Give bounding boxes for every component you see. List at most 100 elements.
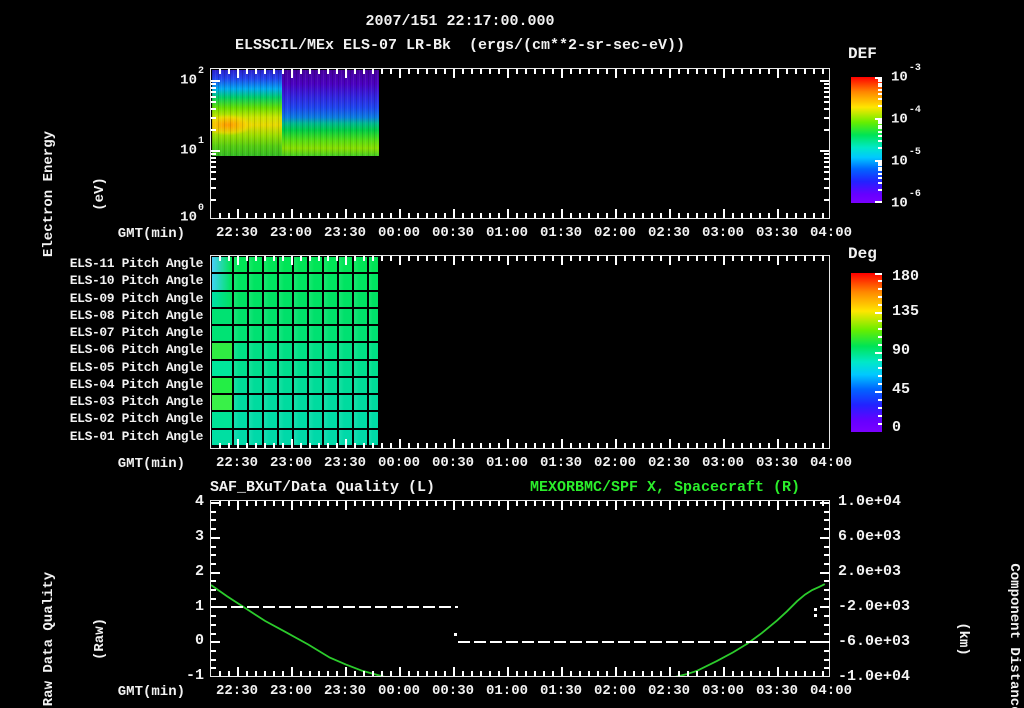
tick-mark	[759, 256, 761, 261]
tick-mark	[687, 213, 689, 218]
time-tick-label: 01:30	[539, 683, 582, 699]
tick-mark	[399, 667, 401, 676]
tick-mark	[878, 383, 882, 386]
tick-mark	[678, 501, 680, 506]
tick-mark	[768, 671, 770, 676]
tick-mark	[678, 213, 680, 218]
pitch-row-label: ELS-10 Pitch Angle	[69, 273, 204, 289]
tick-mark	[498, 69, 500, 74]
tick-mark	[820, 150, 829, 152]
tick-mark	[878, 399, 882, 402]
time-tick-label: 00:00	[377, 455, 420, 471]
pitch-cell	[234, 360, 247, 376]
time-tick-label: 01:00	[485, 455, 528, 471]
time-tick-label: 02:30	[647, 225, 690, 241]
tick-mark	[525, 213, 527, 218]
pitch-cell	[369, 308, 378, 325]
tick-mark	[543, 671, 545, 676]
tick-mark	[211, 623, 216, 626]
tick-mark	[552, 443, 554, 448]
tick-mark	[878, 92, 882, 95]
tick-mark	[228, 213, 230, 218]
tick-mark	[813, 69, 815, 74]
tick-mark	[516, 501, 518, 506]
tick-mark	[878, 124, 882, 127]
tick-mark	[651, 443, 653, 448]
tick-mark	[507, 209, 509, 218]
pitch-cell	[369, 343, 378, 359]
quality-panel	[210, 500, 831, 677]
tick-mark	[453, 667, 455, 676]
time-tick-label: 23:30	[323, 455, 366, 471]
pitch-cell	[294, 377, 307, 394]
pitch-cell	[324, 291, 337, 307]
time-axis-middle: 22:30 23:00 23:30 00:00 00:30 01:00 01:30 02:00…	[210, 455, 870, 471]
pitch-row-label: ELS-07 Pitch Angle	[69, 325, 204, 341]
tick-mark	[588, 213, 590, 218]
tick-mark	[417, 256, 419, 261]
tick-mark	[471, 69, 473, 74]
pitch-cell	[339, 274, 352, 290]
tick-mark	[381, 671, 383, 676]
tick-mark	[561, 256, 563, 265]
tick-mark	[399, 439, 401, 448]
tick-mark	[824, 153, 829, 156]
pitch-row-label: ELS-04 Pitch Angle	[69, 376, 204, 392]
tick-mark	[507, 256, 509, 265]
tick-mark	[660, 443, 662, 448]
tick-mark	[820, 502, 829, 504]
tick-mark	[363, 443, 365, 448]
pitch-cell	[309, 412, 322, 428]
tick-mark	[462, 213, 464, 218]
tick-mark	[480, 69, 482, 74]
tick-mark	[327, 256, 329, 261]
pitch-cell	[279, 326, 292, 342]
deg-colorbar-tick-label: 90	[892, 342, 911, 359]
pitch-cell	[264, 291, 277, 307]
tick-mark	[552, 213, 554, 218]
tick-mark	[606, 213, 608, 218]
tick-mark	[372, 69, 374, 74]
tick-mark	[768, 501, 770, 506]
quality-dash-segment	[457, 641, 831, 644]
pitch-cell	[309, 377, 322, 394]
tick-mark	[525, 671, 527, 676]
pitch-cell	[212, 343, 232, 359]
tick-mark	[255, 213, 257, 218]
tick-mark	[813, 256, 815, 261]
tick-mark	[534, 501, 536, 506]
def-colorbar-tick-label: 10-3	[891, 63, 921, 86]
tick-mark	[471, 671, 473, 676]
tick-mark	[300, 671, 302, 676]
tick-mark	[354, 443, 356, 448]
tick-mark	[561, 439, 563, 448]
tick-mark	[813, 213, 815, 218]
def-colorbar-tick-label: 10-4	[891, 105, 921, 128]
tick-mark	[498, 671, 500, 676]
tick-mark	[597, 501, 599, 506]
tick-mark	[273, 443, 275, 448]
tick-mark	[878, 161, 882, 164]
tick-mark	[543, 256, 545, 261]
tick-mark	[291, 501, 293, 510]
tick-mark	[211, 528, 216, 531]
tick-mark	[471, 256, 473, 261]
tick-mark	[273, 213, 275, 218]
tick-mark	[759, 69, 761, 74]
tick-mark	[211, 649, 216, 652]
tick-mark	[345, 209, 347, 218]
tick-mark	[624, 213, 626, 218]
pitch-cell	[279, 291, 292, 307]
tick-mark	[597, 671, 599, 676]
tick-mark	[507, 667, 509, 676]
tick-mark	[363, 213, 365, 218]
tick-mark	[633, 443, 635, 448]
pitch-cell	[324, 308, 337, 325]
tick-mark	[824, 186, 829, 189]
tick-mark	[824, 623, 829, 626]
tick-mark	[336, 256, 338, 261]
gmt-label-middle: GMT(min)	[117, 456, 185, 472]
pitch-cell	[264, 412, 277, 428]
tick-mark	[291, 256, 293, 265]
tick-mark	[660, 256, 662, 261]
